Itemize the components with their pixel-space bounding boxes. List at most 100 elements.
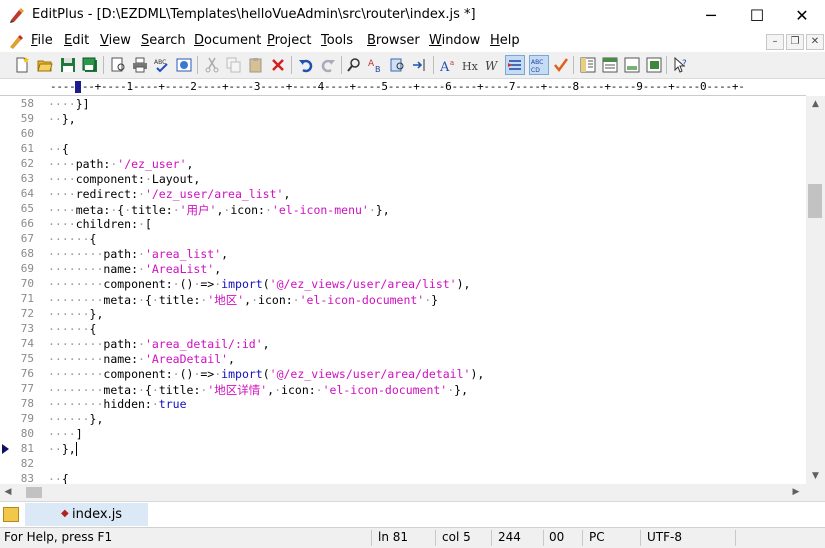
minimize-button[interactable]: ─	[688, 0, 734, 30]
menu-window[interactable]: Window	[429, 33, 480, 48]
checkmark-icon[interactable]	[551, 55, 571, 75]
toolbar-separator	[103, 56, 104, 74]
horizontal-scroll-thumb[interactable]	[26, 487, 42, 498]
code-line[interactable]: ····}]	[48, 97, 90, 111]
code-line[interactable]: ········meta:·{·title:·'地区详情',·icon:·'el…	[48, 382, 468, 398]
code-editor[interactable]: 58 ····}] 59 ··}, 60 61 ··{62 ····path:·'/ez_us…	[0, 96, 806, 484]
document-tab-bar: ◆ index.js	[0, 501, 825, 528]
mdi-close-button[interactable]: ✕	[806, 34, 824, 50]
print-icon[interactable]	[130, 55, 150, 75]
scroll-left-arrow-icon[interactable]: ◀	[0, 484, 16, 501]
code-line[interactable]: ····path:·'/ez_user',	[48, 157, 193, 171]
indent-whitespace: ····	[48, 172, 76, 186]
word-wrap-icon[interactable]: W	[482, 55, 502, 75]
menu-view[interactable]: View	[100, 33, 131, 48]
replace-icon[interactable]: AB	[366, 55, 386, 75]
code-line[interactable]: ········name:·'AreaList',	[48, 262, 221, 276]
mdi-restore-button[interactable]: ❐	[786, 34, 804, 50]
menu-file[interactable]: File	[31, 33, 53, 48]
code-line[interactable]: ······{	[48, 322, 96, 336]
code-line[interactable]: ··},	[48, 442, 77, 456]
indent-whitespace: ··	[48, 472, 62, 484]
code-line[interactable]: ··{	[48, 142, 69, 156]
redo-icon[interactable]	[318, 55, 338, 75]
code-token: ),	[456, 277, 471, 291]
code-token: path:·	[103, 337, 145, 351]
goto-icon[interactable]	[410, 55, 430, 75]
new-file-icon[interactable]	[12, 55, 32, 75]
code-line[interactable]: ······},	[48, 412, 103, 426]
code-token: {	[89, 232, 97, 246]
undo-icon[interactable]	[296, 55, 316, 75]
string-token: '@/ez_views/user/area/list'	[269, 277, 457, 291]
copy-icon[interactable]	[224, 55, 244, 75]
template-icon[interactable]	[644, 55, 664, 75]
open-folder-icon[interactable]	[35, 55, 55, 75]
browser-view-icon[interactable]	[174, 55, 194, 75]
paste-icon[interactable]	[246, 55, 266, 75]
indent-whitespace: ······	[48, 307, 90, 321]
menu-project[interactable]: Project	[267, 33, 312, 48]
mdi-minimize-button[interactable]: –	[766, 34, 784, 50]
spell-check-icon[interactable]: ABC	[152, 55, 172, 75]
code-line[interactable]: ········path:·'area_detail/:id',	[48, 337, 270, 351]
menu-help[interactable]: Help	[490, 33, 520, 48]
title-bar: EditPlus - [D:\EZDML\Templates\helloVueA…	[0, 0, 825, 30]
html-heading-icon[interactable]: Hx	[460, 55, 480, 75]
code-line[interactable]: ··},	[48, 112, 76, 126]
maximize-button[interactable]: ☐	[734, 0, 780, 30]
help-cursor-icon[interactable]: ?	[671, 55, 691, 75]
menu-document[interactable]: Document	[194, 33, 261, 48]
scroll-right-arrow-icon[interactable]: ▶	[788, 484, 804, 501]
cliptext-icon[interactable]	[578, 55, 598, 75]
code-token: {	[61, 472, 69, 484]
vertical-scrollbar[interactable]: ▲ ▼	[806, 96, 825, 484]
menu-browser[interactable]: Browser	[367, 33, 420, 48]
svg-text:?: ?	[682, 59, 687, 69]
scroll-up-arrow-icon[interactable]: ▲	[806, 96, 825, 112]
code-line[interactable]: ········path:·'area_list',	[48, 247, 228, 261]
window-title: EditPlus - [D:\EZDML\Templates\helloVueA…	[32, 7, 476, 22]
code-line[interactable]: ········component:·()·=>·import('@/ez_vi…	[48, 277, 470, 291]
print-preview-icon[interactable]	[108, 55, 128, 75]
code-line[interactable]: ······},	[48, 307, 103, 321]
status-separator	[582, 530, 583, 546]
code-line[interactable]: ····children:·[	[48, 217, 152, 231]
code-line[interactable]: ········hidden:·true	[48, 397, 187, 411]
find-icon[interactable]	[344, 55, 364, 75]
code-line[interactable]: ········component:·()·=>·import('@/ez_vi…	[48, 367, 484, 381]
editplus-logo-icon	[10, 8, 24, 23]
cut-icon[interactable]	[202, 55, 222, 75]
code-line[interactable]: ····meta:·{·title:·'用户',·icon:·'el-icon-…	[48, 202, 390, 218]
code-token: ,	[186, 157, 194, 171]
code-token: ,	[283, 187, 291, 201]
code-line[interactable]: ··{	[48, 472, 69, 484]
scroll-down-arrow-icon[interactable]: ▼	[806, 468, 825, 484]
line-marker-icon[interactable]	[505, 55, 525, 75]
output-window-icon[interactable]	[622, 55, 642, 75]
find-in-files-icon[interactable]	[388, 55, 408, 75]
save-all-icon[interactable]	[80, 55, 100, 75]
menu-edit[interactable]: Edit	[64, 33, 89, 48]
menu-search[interactable]: Search	[141, 33, 186, 48]
horizontal-scrollbar[interactable]: ◀ ▶	[0, 484, 806, 501]
code-line[interactable]: ····]	[48, 427, 83, 441]
save-icon[interactable]	[58, 55, 78, 75]
code-line[interactable]: ····component:·Layout,	[48, 172, 200, 186]
code-line[interactable]: ········meta:·{·title:·'地区',·icon:·'el-i…	[48, 292, 438, 308]
folder-icon[interactable]	[3, 507, 19, 522]
indent-whitespace: ····	[48, 203, 76, 217]
delete-icon[interactable]	[268, 55, 288, 75]
code-line[interactable]: ······{	[48, 232, 96, 246]
indent-whitespace: ····	[48, 187, 76, 201]
code-line[interactable]: ····redirect:·'/ez_user/area_list',	[48, 187, 290, 201]
code-line[interactable]: ········name:·'AreaDetail',	[48, 352, 235, 366]
directory-icon[interactable]	[600, 55, 620, 75]
close-button[interactable]: ✕	[779, 0, 825, 30]
tab-index-js[interactable]: ◆ index.js	[25, 503, 148, 526]
line-number: 73	[20, 322, 34, 335]
spell-abc-icon[interactable]: ABC CD	[529, 55, 549, 75]
vertical-scroll-thumb[interactable]	[808, 184, 822, 218]
menu-tools[interactable]: Tools	[321, 33, 353, 48]
font-icon[interactable]: Aa	[438, 55, 458, 75]
